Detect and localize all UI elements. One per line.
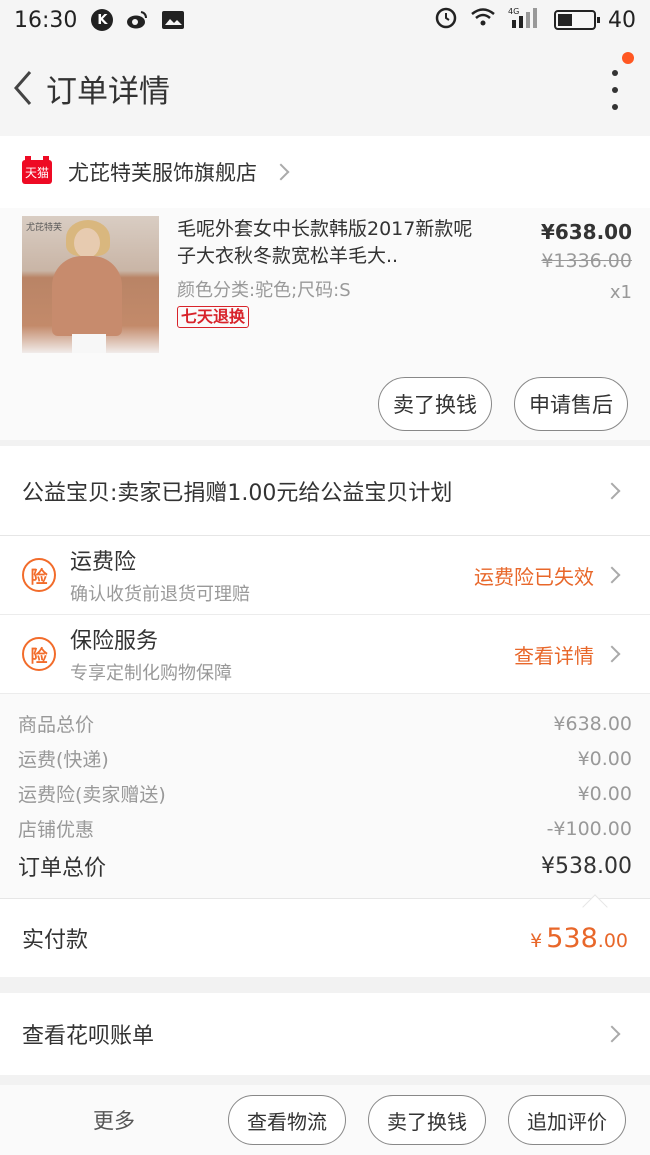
product-title: 毛呢外套女中长款韩版2017新款呢子大衣秋冬款宽松羊毛大..	[177, 218, 473, 267]
image-coat	[52, 256, 122, 336]
weibo-icon	[125, 9, 149, 31]
summary-label: 商品总价	[18, 714, 95, 736]
chevron-right-icon	[603, 645, 621, 663]
summary-value: ¥0.00	[577, 782, 632, 805]
summary-row: 运费险(卖家赠送) ¥0.00	[18, 776, 632, 811]
insurance-service-title: 保险服务	[70, 629, 159, 654]
insurance-service-link[interactable]: 查看详情	[514, 640, 594, 669]
signal-icon: 4G	[508, 6, 542, 34]
summary-value: ¥638.00	[553, 712, 632, 735]
notification-dot	[622, 52, 634, 64]
shipping-insurance-subtitle: 确认收货前退货可理赔	[70, 584, 250, 605]
bottom-action-bar: 更多 查看物流 卖了换钱 追加评价	[0, 1085, 650, 1155]
insurance-service-row[interactable]: 险 保险服务 专享定制化购物保障 查看详情	[0, 615, 650, 694]
product-item[interactable]: 尤芘特芙 毛呢外套女中长款韩版2017新款呢子大衣秋冬款宽松羊毛大.. 颜色分类…	[0, 208, 650, 368]
order-total-row: 订单总价 ¥538.00	[18, 846, 632, 886]
back-button[interactable]	[0, 40, 46, 136]
chevron-right-icon	[603, 566, 621, 584]
more-actions-button[interactable]: 更多	[0, 1105, 228, 1135]
tmall-icon: 天猫	[22, 156, 52, 184]
summary-row: 商品总价 ¥638.00	[18, 706, 632, 741]
back-arrow-icon	[14, 71, 32, 105]
nav-header: 订单详情	[0, 40, 650, 136]
shipping-insurance-title: 运费险	[70, 550, 137, 575]
status-time: 16:30	[14, 7, 78, 33]
sell-exchange-button[interactable]: 卖了换钱	[378, 377, 492, 431]
view-logistics-button[interactable]: 查看物流	[228, 1095, 346, 1145]
chevron-right-icon	[272, 163, 290, 181]
insurance-service-text: 保险服务 专享定制化购物保障	[70, 623, 232, 685]
wifi-icon	[470, 7, 496, 33]
image-legs	[72, 334, 106, 353]
product-sku: 颜色分类:驼色;尺码:S	[177, 280, 351, 301]
store-name: 尤芘特芙服饰旗舰店	[68, 161, 257, 185]
product-price-block: ¥638.00 ¥1336.00 x1	[541, 220, 632, 303]
image-notification-icon	[161, 9, 185, 31]
amount-decimal: .00	[597, 929, 628, 952]
k-app-icon: K	[91, 9, 114, 31]
price-summary: 商品总价 ¥638.00 运费(快递) ¥0.00 运费险(卖家赠送) ¥0.0…	[0, 694, 650, 899]
store-row[interactable]: 天猫 尤芘特芙服饰旗舰店	[0, 136, 650, 208]
insurance-icon: 险	[22, 637, 56, 671]
battery-fill	[558, 14, 572, 26]
actual-payment-label: 实付款	[22, 928, 89, 953]
insurance-icon: 险	[22, 558, 56, 592]
huabei-bill-text: 查看花呗账单	[22, 1024, 155, 1049]
product-price: ¥638.00	[540, 220, 632, 244]
charity-row[interactable]: 公益宝贝:卖家已捐赠1.00元给公益宝贝计划	[0, 446, 650, 536]
product-info: 毛呢外套女中长款韩版2017新款呢子大衣秋冬款宽松羊毛大.. 颜色分类:驼色;尺…	[177, 216, 477, 360]
add-review-button[interactable]: 追加评价	[508, 1095, 626, 1145]
battery-icon	[554, 10, 600, 30]
more-dot	[612, 104, 618, 110]
product-quantity: x1	[609, 282, 632, 303]
chevron-right-icon	[603, 1025, 621, 1043]
summary-label: 店铺优惠	[18, 819, 95, 841]
page-title: 订单详情	[46, 73, 170, 110]
summary-value: -¥100.00	[546, 817, 632, 840]
huabei-bill-row[interactable]: 查看花呗账单	[0, 993, 650, 1075]
status-bar: 16:30 K 4G 40	[0, 0, 650, 40]
actual-payment-amount: ¥ 538 .00	[530, 923, 628, 954]
more-menu-button[interactable]	[606, 70, 624, 110]
more-dots-icon	[612, 70, 618, 76]
amount-integer: 538	[546, 922, 598, 954]
bottom-buttons: 查看物流 卖了换钱 追加评价	[228, 1095, 626, 1145]
svg-text:4G: 4G	[508, 7, 519, 16]
battery-percent: 40	[608, 7, 636, 33]
actual-payment-row: 实付款 ¥ 538 .00	[0, 899, 650, 977]
shipping-insurance-status: 运费险已失效	[474, 564, 594, 589]
order-total-value: ¥538.00	[541, 853, 632, 879]
product-image: 尤芘特芙	[22, 216, 159, 353]
sell-exchange-bottom-button[interactable]: 卖了换钱	[368, 1095, 486, 1145]
summary-row: 运费(快递) ¥0.00	[18, 741, 632, 776]
charity-text: 公益宝贝:卖家已捐赠1.00元给公益宝贝计划	[22, 480, 453, 506]
summary-label: 运费险(卖家赠送)	[18, 784, 166, 806]
summary-row: 店铺优惠 -¥100.00	[18, 811, 632, 846]
more-dot	[612, 87, 618, 93]
order-total-label: 订单总价	[18, 856, 107, 881]
shipping-insurance-text: 运费险 确认收货前退货可理赔	[70, 544, 250, 606]
return-policy-badge: 七天退换	[177, 306, 250, 328]
product-original-price: ¥1336.00	[541, 250, 632, 272]
product-image-brand: 尤芘特芙	[26, 223, 63, 233]
currency-symbol: ¥	[530, 929, 543, 952]
after-sale-button[interactable]: 申请售后	[514, 377, 628, 431]
chevron-right-icon	[603, 482, 621, 499]
shipping-insurance-row[interactable]: 险 运费险 确认收货前退货可理赔 运费险已失效	[0, 536, 650, 615]
summary-value: ¥0.00	[577, 747, 632, 770]
image-head	[74, 228, 100, 258]
product-actions: 卖了换钱 申请售后	[0, 368, 650, 440]
summary-label: 运费(快递)	[18, 749, 109, 771]
insurance-service-subtitle: 专享定制化购物保障	[70, 663, 232, 684]
alarm-icon	[434, 5, 458, 35]
